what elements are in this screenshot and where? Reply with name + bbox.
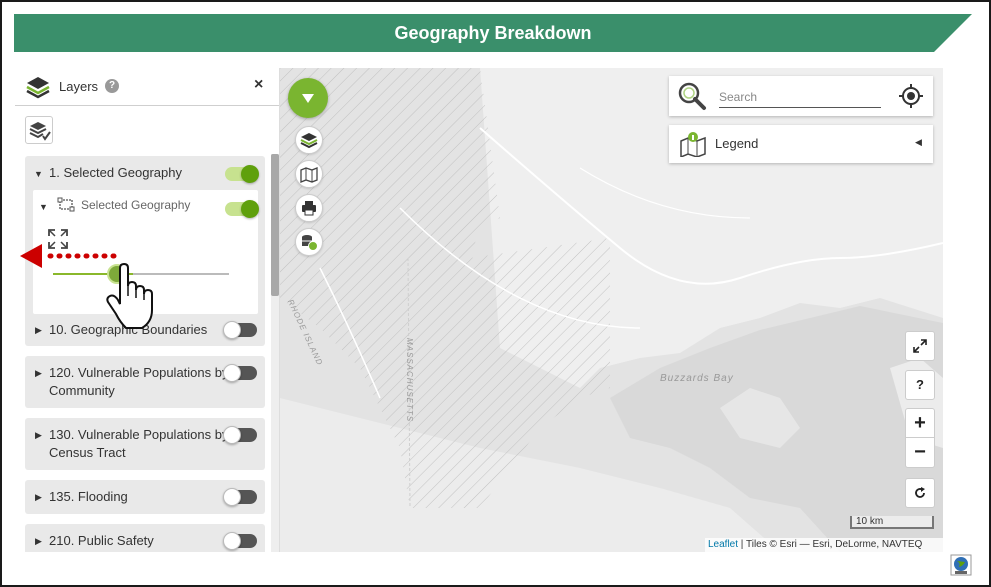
chevron-down-icon[interactable]: ▼ [39,202,48,212]
layer-group-label: 10. Geographic Boundaries [49,322,208,337]
layer-group-public-safety[interactable]: ▶ 210. Public Safety [25,524,265,552]
layer-toggle[interactable] [223,532,257,550]
reset-icon [915,487,925,498]
search-input[interactable] [719,86,881,108]
layer-toggle[interactable] [223,488,257,506]
legend-button[interactable] [295,160,323,188]
layer-group-label: 120. Vulnerable Populations by [49,365,229,380]
sublayer-label: Selected Geography [81,198,191,212]
layer-group-label: 130. Vulnerable Populations by [49,427,229,442]
reset-view-button[interactable] [905,478,935,508]
chevron-right-icon[interactable]: ▶ [35,325,42,336]
chevron-left-icon[interactable]: ◀ [915,137,922,148]
locate-icon[interactable] [899,84,923,113]
map-label-bay: Buzzards Bay [660,373,734,384]
chevron-down-icon[interactable]: ▼ [34,169,43,179]
legend-label: Legend [715,136,759,151]
chevron-right-icon[interactable]: ▶ [35,536,42,547]
data-button[interactable] [295,228,323,256]
search-panel [669,76,933,116]
layer-toggle[interactable] [223,321,257,339]
fullscreen-icon[interactable] [47,228,69,255]
layer-toggle[interactable] [223,426,257,444]
legend-icon [300,167,318,183]
layer-tools-icon [29,122,51,141]
layers-panel-title: Layers [59,79,99,94]
fullscreen-button[interactable] [905,331,935,361]
map-menu-toggle-button[interactable] [288,78,328,118]
opacity-slider[interactable] [53,273,229,275]
layer-group-label: 210. Public Safety [49,533,154,548]
layers-button[interactable] [295,126,323,154]
layer-group-label-line2: Census Tract [49,445,126,460]
layer-toggle[interactable] [225,165,259,183]
layer-toggle[interactable] [223,364,257,382]
legend-panel[interactable]: Legend ◀ [669,125,933,163]
layers-panel: Layers ? × ▼ 1. Selected Geography ▼ Sel… [15,68,280,552]
layer-group-label: 1. Selected Geography [49,165,182,180]
map-label-state2: MASSACHUSETTS [405,338,414,423]
page-title: Geography Breakdown [394,23,592,43]
layers-icon [300,133,318,149]
print-button[interactable] [295,194,323,222]
layer-group-vulnerable-census-tract[interactable]: ▶ 130. Vulnerable Populations by Census … [25,418,265,470]
close-icon[interactable]: × [254,76,263,94]
leaflet-link[interactable]: Leaflet [708,539,738,550]
map-view[interactable]: Buzzards Bay RHODE ISLAND MASSACHUSETTS [280,68,943,552]
layers-panel-header: Layers ? × [15,68,279,106]
layers-icon [25,74,51,105]
layer-group-label-line2: Community [49,383,115,398]
opacity-slider-handle[interactable] [107,264,127,284]
polygon-layer-icon [57,197,77,218]
print-icon [302,201,316,216]
database-globe-icon [302,235,318,251]
sublayer-selected-geography: ▼ Selected Geography [33,190,259,314]
layers-scrollbar[interactable] [271,154,279,552]
attribution-text: | Tiles © Esri — Esri, DeLorme, NAVTEQ [738,539,923,550]
layer-group-label: 135. Flooding [49,489,128,504]
fullscreen-icon [913,339,927,353]
layer-group-flooding[interactable]: ▶ 135. Flooding [25,480,265,514]
help-button[interactable]: ? [905,370,935,400]
scale-bar: 10 km [850,516,934,529]
map-attribution: Leaflet | Tiles © Esri — Esri, DeLorme, … [705,538,943,552]
layer-group-geographic-boundaries[interactable]: ▶ 10. Geographic Boundaries [25,314,265,346]
zoom-control: + − [905,408,935,468]
search-icon[interactable] [677,81,707,116]
sublayer-toggle[interactable] [225,200,259,218]
zoom-out-button[interactable]: − [906,438,934,467]
chevron-right-icon[interactable]: ▶ [35,492,42,503]
help-icon[interactable]: ? [105,79,119,93]
window-frame: Geography Breakdown Layers ? × ▼ 1. Sele… [0,0,991,587]
zoom-in-button[interactable]: + [906,409,934,438]
layer-tools-button[interactable] [25,116,53,144]
layer-group-selected-geography: ▼ 1. Selected Geography ▼ Selected Geogr… [25,156,265,320]
globe-icon[interactable] [950,554,972,581]
legend-icon [679,131,707,162]
header-banner: Geography Breakdown [14,14,972,52]
scrollbar-thumb[interactable] [271,154,279,296]
layer-group-vulnerable-community[interactable]: ▶ 120. Vulnerable Populations by Communi… [25,356,265,408]
chevron-right-icon[interactable]: ▶ [35,430,42,441]
chevron-right-icon[interactable]: ▶ [35,368,42,379]
